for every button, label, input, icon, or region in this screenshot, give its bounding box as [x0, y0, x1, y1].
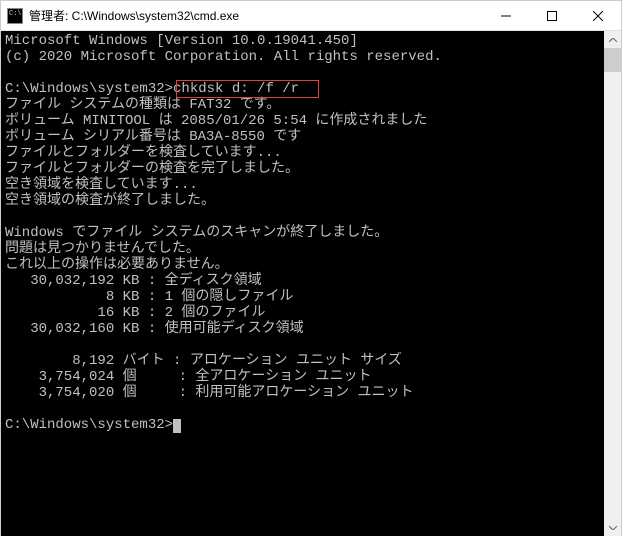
window-controls	[483, 1, 621, 31]
scroll-up-button[interactable]	[604, 31, 621, 48]
terminal-container: Microsoft Windows [Version 10.0.19041.45…	[1, 31, 621, 536]
minimize-button[interactable]	[483, 1, 529, 31]
scroll-down-button[interactable]	[604, 519, 621, 536]
titlebar: 管理者: C:\Windows\system32\cmd.exe	[1, 1, 621, 31]
scroll-thumb[interactable]	[604, 48, 621, 72]
cmd-icon	[7, 8, 23, 24]
scroll-track[interactable]	[604, 48, 621, 519]
vertical-scrollbar[interactable]	[604, 31, 621, 536]
maximize-button[interactable]	[529, 1, 575, 31]
close-button[interactable]	[575, 1, 621, 31]
window-title: 管理者: C:\Windows\system32\cmd.exe	[29, 7, 483, 24]
terminal-output[interactable]: Microsoft Windows [Version 10.0.19041.45…	[1, 31, 604, 536]
